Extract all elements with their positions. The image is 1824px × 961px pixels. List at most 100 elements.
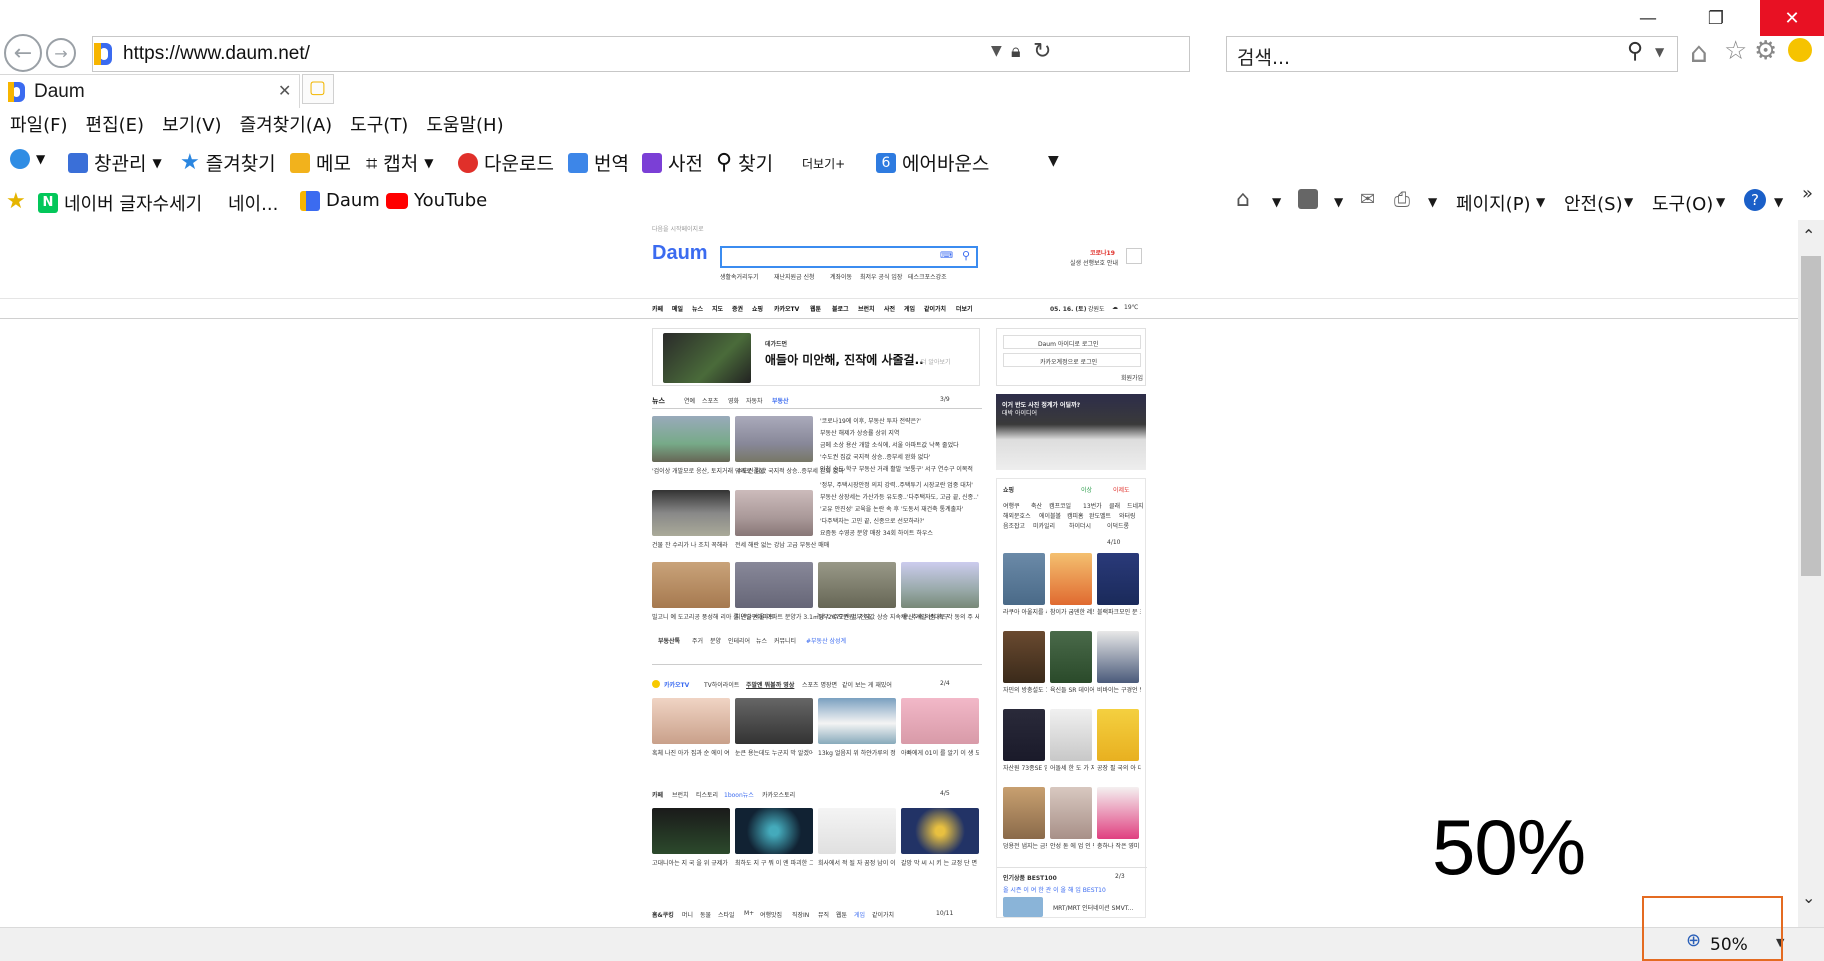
shop-item-image[interactable] [1003,709,1045,761]
daum-search-icon[interactable]: ⚲ [962,249,970,262]
daum-search-input[interactable]: ⌨ ⚲ [720,246,978,268]
nav-blog[interactable]: 블로그 [832,304,849,313]
help-dropdown-icon[interactable]: ▼ [1774,195,1783,209]
search-box[interactable]: 검색... ⚲ ▼ [1226,36,1678,72]
find-button[interactable]: ⚲ 찾기 [716,149,773,176]
shop-item-caption[interactable]: 비바이는 구경언 빙드난 오일 제일 [1097,685,1141,694]
menu-file[interactable]: 파일(F) [10,111,68,137]
fav-youtube[interactable]: YouTube [386,190,487,211]
shop-item-image[interactable] [1097,787,1139,839]
tag-highlight[interactable]: #부동산 삼성계 [806,636,846,645]
promo-banner[interactable]: 이거 반도 사진 정계가 어딜까? 대박 아이디어 [996,394,1146,470]
cafe-image[interactable] [652,808,730,854]
shop-item-image[interactable] [1050,787,1092,839]
headline[interactable]: '코로나19에 이후, 부동산 투자 전략은?' [820,416,921,425]
tag[interactable]: 인테리어 [728,636,750,645]
video-caption[interactable]: 눈큰 용는데도 누군지 막 알겠어 [735,748,813,757]
address-bar[interactable]: https://www.daum.net/ ▼ 🔒︎ ↻ [92,36,1190,72]
cafe-image[interactable] [901,808,979,854]
news-tab[interactable]: 자동차 [746,396,763,405]
news-tab[interactable]: 연예 [684,396,695,405]
news-image[interactable] [735,490,813,536]
print-icon[interactable]: ⎙ [1394,187,1410,211]
capture-button[interactable]: ⌗ 캡처 ▼ [366,149,433,176]
search-dropdown-icon[interactable]: ▼ [1655,45,1664,59]
more-tab[interactable]: 뮤직 [818,910,829,919]
news-image[interactable] [652,416,730,462]
gear-icon[interactable]: ⚙ [1754,36,1777,66]
shop-item-caption[interactable]: 덩용전 냅지는 금팬들을 빼 냉 [1003,841,1047,850]
nav-mail[interactable]: 메일 [672,304,683,313]
toolbar-overflow-icon[interactable]: ▼ [1048,153,1059,169]
shopping-title[interactable]: 쇼핑 [1003,485,1014,494]
scroll-up-icon[interactable]: ⌃ [1802,226,1815,245]
kakao-login-button[interactable]: 카카오계정으로 로그인 [1003,353,1141,367]
home-icon[interactable]: ⌂ [1690,36,1708,69]
more-tab[interactable]: M+ [744,910,754,917]
more-tab-active[interactable]: 게임 [854,910,865,919]
headline[interactable]: '다주택자는 고민 끝, 신종으로 선모하라?' [820,516,924,525]
kakaotv-tab[interactable]: 스포츠 명장면 [802,680,837,689]
nav-news[interactable]: 뉴스 [692,304,703,313]
shop-item-caption[interactable]: 안성 돋 에 업 인 팬들을 트 팬 [1050,841,1094,850]
daum-logo[interactable]: Daum [652,242,710,264]
shop-item-caption[interactable]: 어돌세 한 도 가 지 지점 화이지 기 [1050,763,1094,772]
more-tab[interactable]: 머니 [682,910,693,919]
video-thumb[interactable] [652,698,730,744]
best-sub[interactable]: 올 시즌 이 여 한 관 이 올 해 입 BEST10 [1003,885,1106,894]
best-item-image[interactable] [1003,897,1043,917]
signup-link[interactable]: 회원가입 [1121,373,1143,382]
shop-cat[interactable]: 미카일리 [1033,521,1055,530]
cafe-tab[interactable]: 카카오스토리 [762,790,795,799]
help-icon[interactable]: ? [1744,189,1766,211]
more-tab[interactable]: 직장IN [792,910,809,919]
cafe-caption[interactable]: 갈망 막 씨 시 키 는 교정 단 면 적 체 료 [901,858,979,867]
smiley-feedback-icon[interactable] [1788,38,1812,62]
menu-view[interactable]: 보기(V) [162,111,221,137]
dropdown-arrow-icon[interactable]: ▼ [991,43,1002,59]
home-cmd-icon[interactable]: ⌂ [1236,187,1250,212]
nav-kakaotv[interactable]: 카카오TV [774,304,799,313]
best-title[interactable]: 인기상품 BEST100 [1003,873,1057,882]
headline[interactable]: '수도권 집값 국지적 상승..증부세 완화 없다' [820,452,931,461]
shop-item-image[interactable] [1050,553,1092,605]
headline[interactable]: '정부, 주택시장안정 의지 강력..주택투기 시장교란 엄중 대처' [820,480,973,489]
more-tab[interactable]: 웹툰 [836,910,847,919]
cafe-tab[interactable]: 카페 [652,790,663,799]
nav-map[interactable]: 지도 [712,304,723,313]
safety-menu[interactable]: 안전(S) [1564,190,1623,216]
shop-cat[interactable]: 이덕드롱 [1107,521,1129,530]
shop-cat[interactable]: 캠피홈 [1067,511,1084,520]
tag[interactable]: 뉴스 [756,636,767,645]
nav-webtoon[interactable]: 웹툰 [810,304,821,313]
news-image[interactable] [735,416,813,462]
region-label[interactable]: 강원도 [1088,304,1105,313]
shop-option[interactable]: 이제도 [1113,485,1130,494]
video-thumb[interactable] [735,698,813,744]
safety-dropdown-icon[interactable]: ▼ [1624,195,1633,209]
nav-more[interactable]: 더보기 [956,304,973,313]
shop-cat[interactable]: 에이블볼 [1039,511,1061,520]
tag[interactable]: 분양 [710,636,721,645]
daum-login-button[interactable]: Daum 아이디로 로그인 [1003,335,1141,349]
fav-naver[interactable]: N 네이버 글자수세기 [38,190,202,216]
shop-item-image[interactable] [1003,631,1045,683]
home-dropdown-icon[interactable]: ▼ [1272,195,1281,209]
shop-cat[interactable]: 캠프코일 [1049,501,1071,510]
shop-item-caption[interactable]: 라쿠아 아울지를 새일가 시관은.. [1003,607,1047,616]
fav-daum[interactable]: Daum [300,190,380,211]
minimize-button[interactable]: — [1620,0,1676,36]
search-tag[interactable]: 생활속거리두기 [720,272,759,281]
more-tab[interactable]: 동물 [700,910,711,919]
translate-button[interactable]: 번역 [568,149,629,176]
nav-dict[interactable]: 사전 [884,304,895,313]
scrollbar-thumb[interactable] [1801,256,1821,576]
rss-feed-icon[interactable] [1298,189,1318,209]
page-menu[interactable]: 페이지(P) [1456,190,1531,216]
nav-stock[interactable]: 증권 [732,304,743,313]
vertical-scrollbar[interactable]: ⌃ ⌄ [1798,220,1824,927]
more-tab[interactable]: 여행맛집 [760,910,782,919]
shop-item-caption[interactable]: 블랙파크모인 문 프리텐 80% [1097,607,1141,616]
shop-item-caption[interactable]: 공장 필 국의 아 대 작 진 중 [1097,763,1141,772]
more-button[interactable]: 더보기+ [802,155,845,172]
